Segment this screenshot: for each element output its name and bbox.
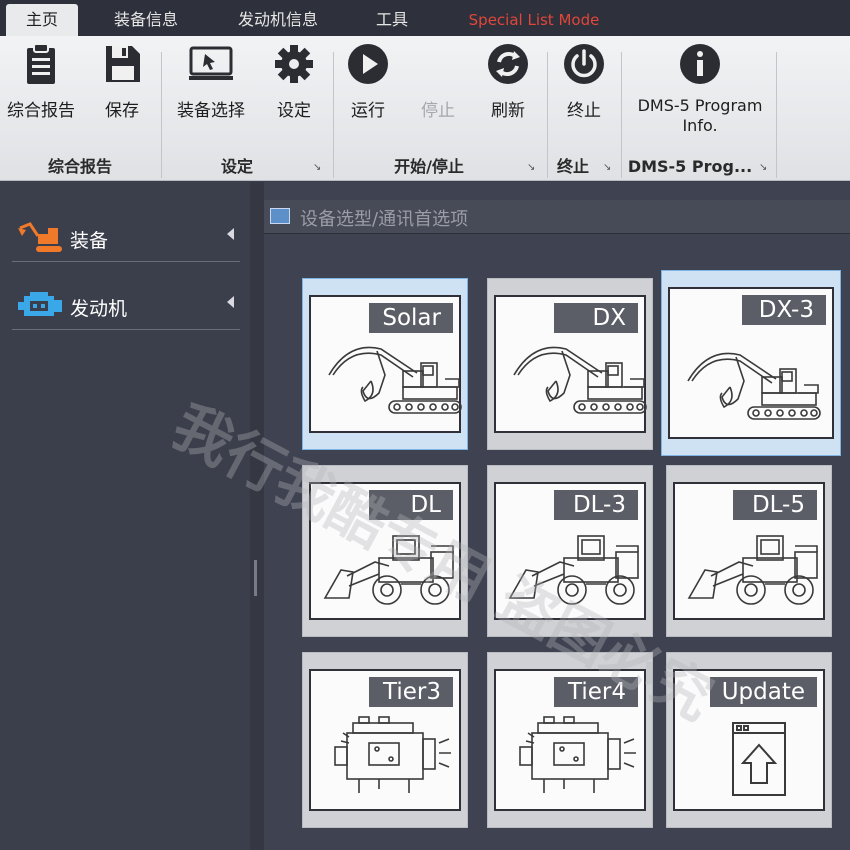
wheel-loader-icon	[687, 535, 818, 605]
equipment-card-dl-5[interactable]: DL-5	[666, 465, 832, 637]
app-window: 主页 装备信息 发动机信息 工具 Special List Mode 综合报告	[0, 0, 850, 850]
equipment-select-label: 装备选择	[177, 101, 245, 121]
splitter-handle[interactable]	[254, 560, 257, 596]
card-face: Update	[673, 669, 825, 811]
card-face: Tier4	[494, 669, 646, 811]
splitter[interactable]	[250, 182, 264, 850]
excavator-icon	[687, 352, 821, 420]
equipment-card-update[interactable]: Update	[666, 652, 832, 828]
card-label: DX	[554, 303, 638, 333]
excavator-icon	[18, 222, 62, 252]
group-label-dms: DMS-5 Prog...	[627, 157, 753, 176]
card-label: DL	[369, 490, 453, 520]
ribbon-toolbar: 综合报告 保存 装备选择 设定 运行 停止 刷新 终止 DMS-5 Progra…	[0, 36, 850, 181]
stop-label: 停止	[421, 101, 455, 121]
gear-icon	[275, 45, 313, 83]
run-label: 运行	[351, 101, 385, 121]
update-icon	[732, 722, 786, 796]
collapse-arrow-icon	[227, 228, 234, 240]
card-label: Update	[709, 677, 817, 707]
refresh-button[interactable]: 刷新	[480, 42, 536, 121]
dms-program-info-button[interactable]: DMS-5 Program Info.	[630, 42, 770, 136]
sidebar-item-engine[interactable]: 发动机	[12, 282, 240, 330]
equipment-card-dx-3[interactable]: DX-3	[661, 270, 841, 456]
refresh-label: 刷新	[491, 101, 525, 121]
card-face: DL-5	[673, 482, 825, 620]
equipment-card-solar[interactable]: Solar	[302, 278, 468, 450]
stop-icon-placeholder	[416, 42, 460, 86]
run-button[interactable]: 运行	[340, 42, 396, 121]
dms-program-label: DMS-5 Program	[637, 96, 763, 115]
card-label: Tier3	[369, 677, 453, 707]
clipboard-icon	[27, 43, 55, 84]
engine-icon	[519, 716, 636, 793]
monitor-icon	[189, 46, 233, 80]
card-label: DX-3	[742, 295, 826, 325]
card-face: DL	[309, 482, 461, 620]
refresh-icon	[488, 44, 528, 84]
sidebar-item-label: 装备	[70, 230, 109, 252]
engine-icon	[18, 292, 62, 316]
card-face: DL-3	[494, 482, 646, 620]
excavator-icon	[513, 346, 647, 414]
card-face: DX-3	[668, 287, 834, 439]
tab-special-list-mode[interactable]: Special List Mode	[446, 4, 622, 36]
settings-button[interactable]: 设定	[264, 42, 324, 121]
terminate-button[interactable]: 终止	[554, 42, 614, 121]
tab-equipment-info[interactable]: 装备信息	[98, 4, 194, 36]
save-button[interactable]: 保存	[90, 42, 154, 121]
panel-header: 设备选型/通讯首选项	[264, 200, 850, 234]
group-label-settings: 设定	[220, 157, 253, 176]
wheel-loader-icon	[323, 535, 454, 605]
dialog-launcher-icon[interactable]: ↘	[313, 162, 325, 174]
sidebar-item-label: 发动机	[70, 298, 128, 320]
card-face: Tier3	[309, 669, 461, 811]
dialog-launcher-icon[interactable]: ↘	[603, 162, 615, 174]
settings-label: 设定	[277, 101, 311, 121]
tab-engine-info[interactable]: 发动机信息	[220, 4, 336, 36]
equipment-card-dx[interactable]: DX	[487, 278, 653, 450]
save-label: 保存	[105, 101, 139, 121]
tab-home[interactable]: 主页	[6, 4, 78, 36]
group-label-start-stop: 开始/停止	[394, 157, 464, 176]
equipment-card-dl-3[interactable]: DL-3	[487, 465, 653, 637]
collapse-arrow-icon	[227, 296, 234, 308]
group-label-terminate: 终止	[556, 157, 589, 176]
card-label: DL-3	[554, 490, 638, 520]
wheel-loader-icon	[508, 535, 639, 605]
report-label: 综合报告	[7, 101, 75, 121]
card-face: Solar	[309, 295, 462, 433]
panel-window-icon	[270, 208, 290, 224]
card-label: Tier4	[554, 677, 638, 707]
sidebar: 装备 发动机	[0, 182, 250, 850]
info-icon	[680, 44, 720, 84]
power-icon	[564, 44, 604, 84]
group-label-report: 综合报告	[47, 157, 112, 176]
excavator-icon	[328, 346, 462, 414]
tab-tools[interactable]: 工具	[360, 4, 424, 36]
dms-info-label: Info.	[682, 116, 718, 135]
equipment-select-button[interactable]: 装备选择	[170, 42, 252, 121]
panel-title: 设备选型/通讯首选项	[300, 209, 469, 230]
dialog-launcher-icon[interactable]: ↘	[527, 162, 539, 174]
stop-button[interactable]: 停止	[410, 42, 466, 121]
save-icon	[106, 46, 140, 82]
equipment-card-dl[interactable]: DL	[302, 465, 468, 637]
play-icon	[348, 44, 388, 84]
card-label: Solar	[369, 303, 453, 333]
group-separator	[776, 52, 777, 178]
equipment-card-tier3[interactable]: Tier3	[302, 652, 468, 828]
report-button[interactable]: 综合报告	[4, 42, 78, 121]
menu-bar: 主页 装备信息 发动机信息 工具 Special List Mode	[0, 0, 850, 36]
engine-icon	[334, 716, 451, 793]
dialog-launcher-icon[interactable]: ↘	[759, 162, 771, 174]
card-face: DX	[494, 295, 647, 433]
terminate-label: 终止	[567, 101, 601, 121]
equipment-card-tier4[interactable]: Tier4	[487, 652, 653, 828]
card-label: DL-5	[733, 490, 817, 520]
sidebar-item-equipment[interactable]: 装备	[12, 214, 240, 262]
